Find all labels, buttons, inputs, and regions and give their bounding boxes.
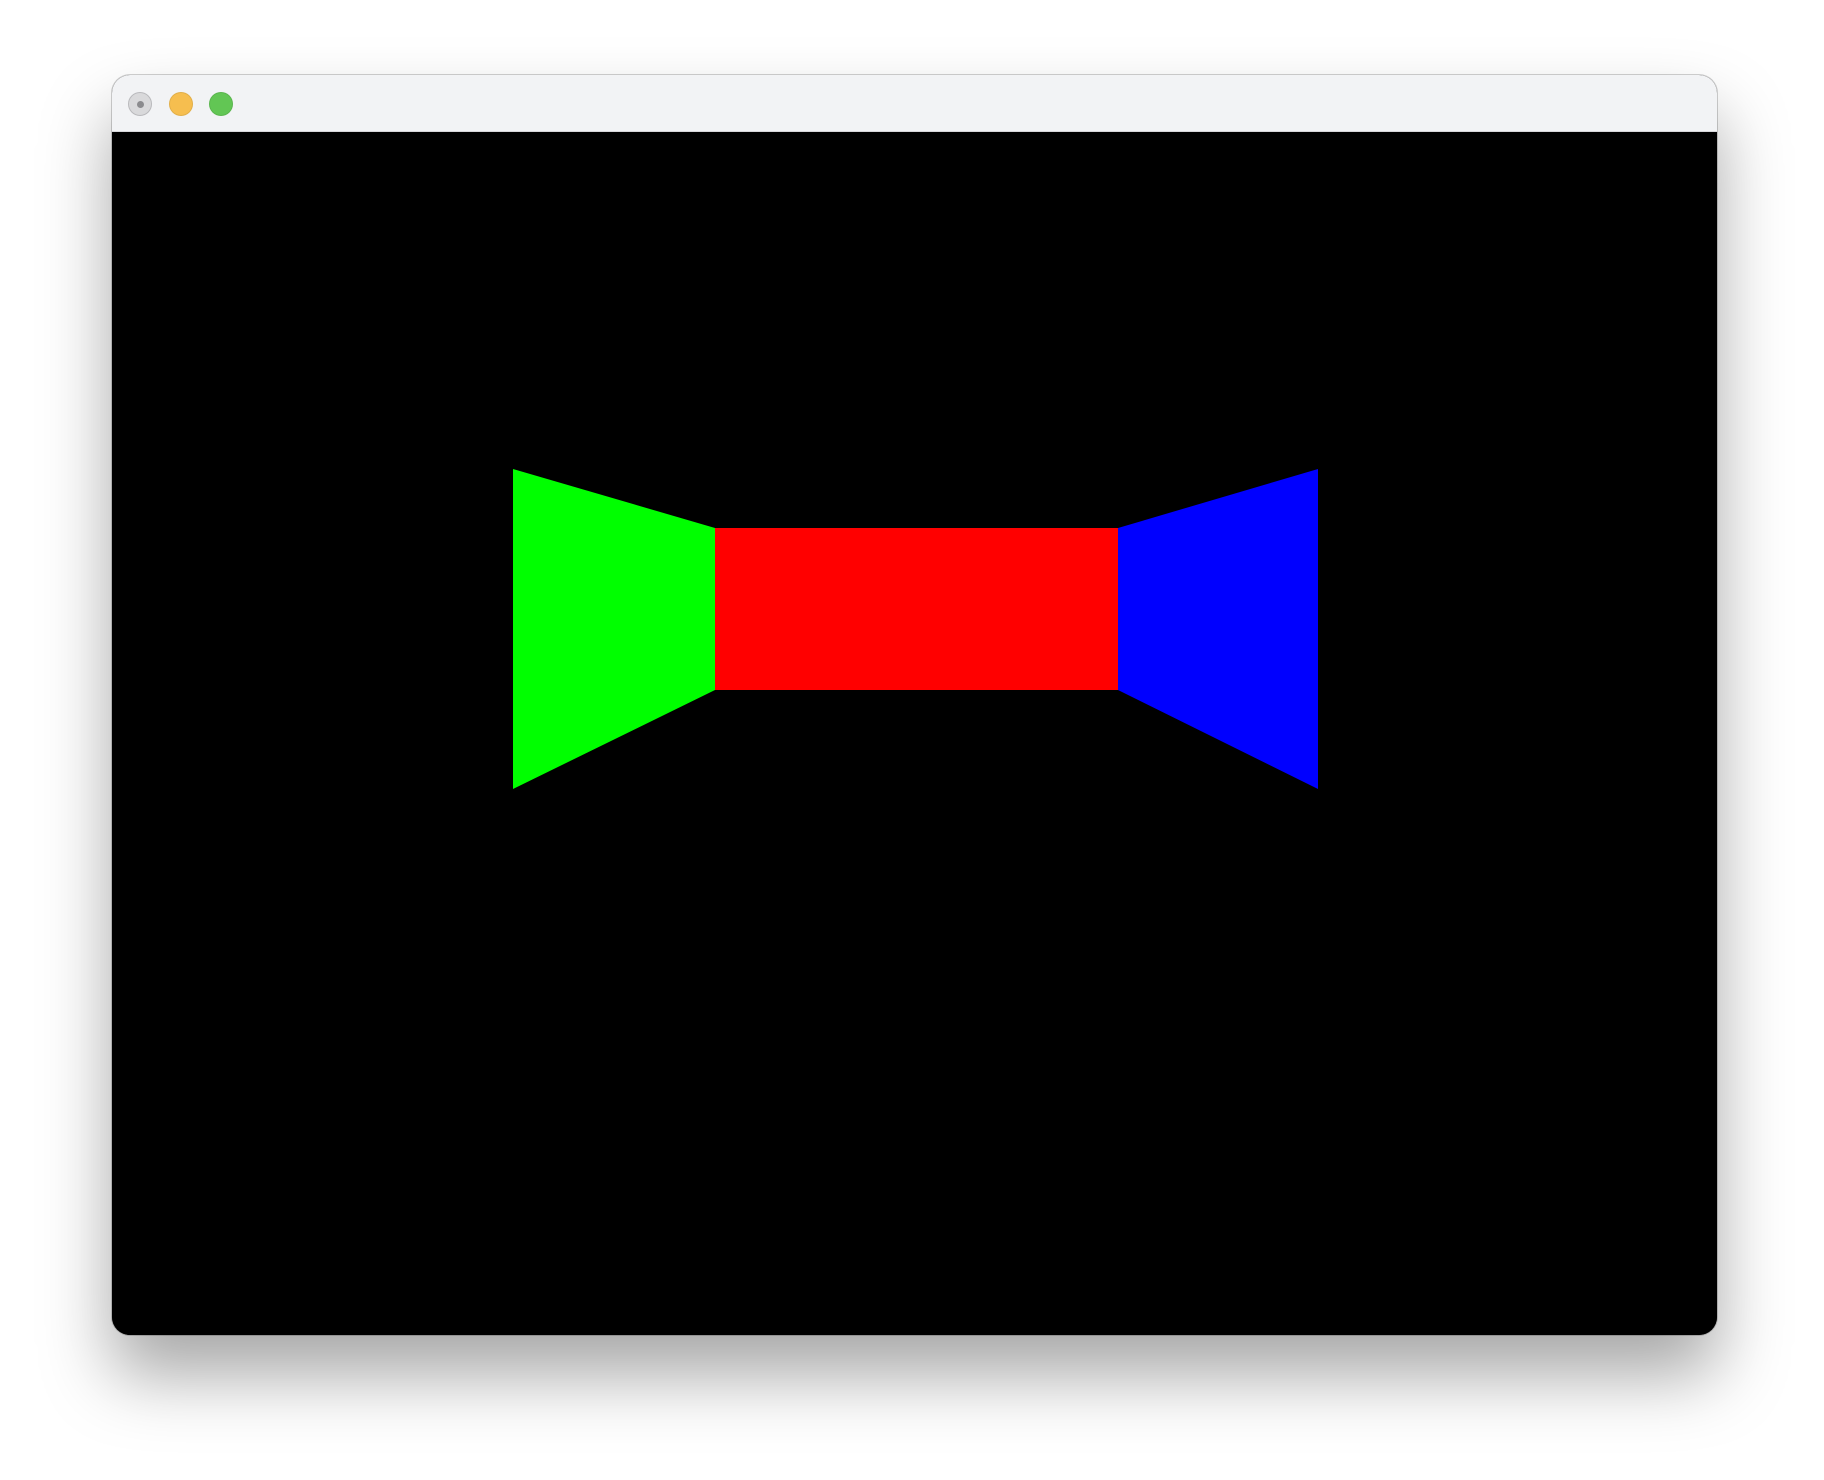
- center-panel: [715, 528, 1118, 690]
- right-panel: [1118, 469, 1318, 789]
- app-window: [112, 75, 1717, 1335]
- left-panel: [513, 469, 715, 789]
- scene-svg: [513, 469, 1318, 789]
- title-bar[interactable]: [112, 75, 1717, 132]
- close-button[interactable]: [128, 92, 152, 116]
- maximize-button[interactable]: [209, 92, 233, 116]
- minimize-button[interactable]: [169, 92, 193, 116]
- close-icon: [136, 100, 144, 108]
- render-canvas[interactable]: [112, 132, 1717, 1335]
